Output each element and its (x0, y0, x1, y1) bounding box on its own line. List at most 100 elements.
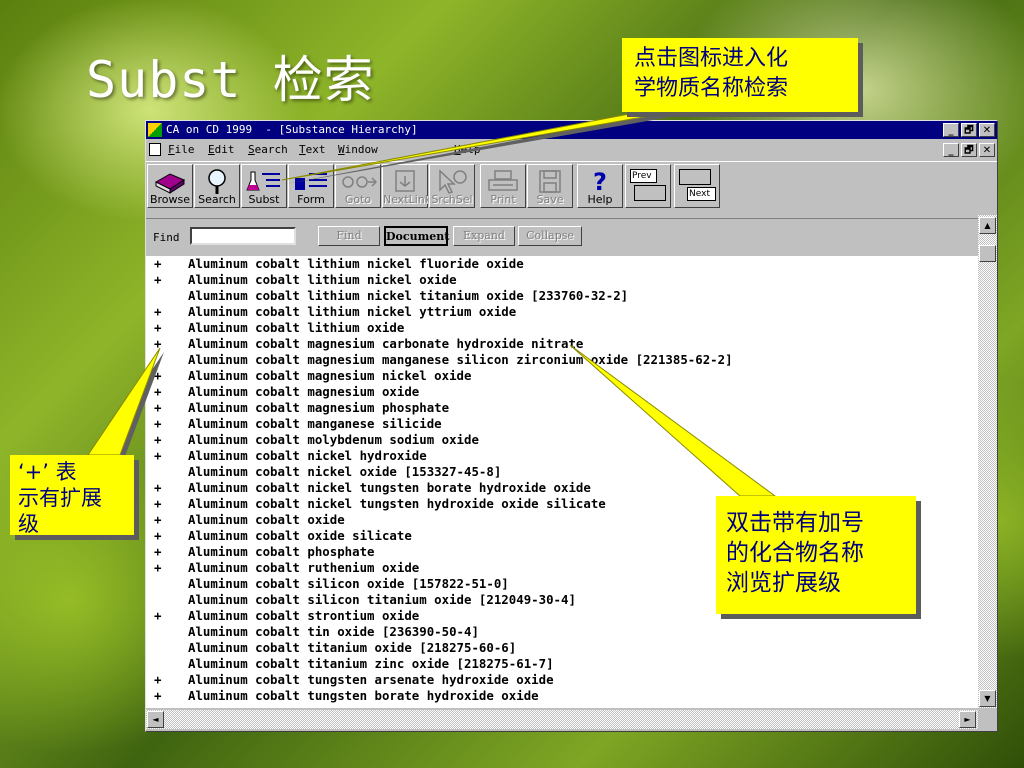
collapse-button[interactable]: Collapse (518, 226, 582, 246)
hierarchy-row[interactable]: + Aluminum cobalt magnesium nickel oxide (146, 368, 978, 384)
hierarchy-row[interactable]: + Aluminum cobalt magnesium phosphate (146, 400, 978, 416)
substance-name[interactable]: Aluminum cobalt magnesium phosphate (188, 400, 449, 416)
substance-name[interactable]: Aluminum cobalt lithium nickel titanium … (188, 288, 628, 304)
substance-name[interactable]: Aluminum cobalt phosphate (188, 544, 375, 560)
substance-name[interactable]: Aluminum cobalt oxide (188, 512, 345, 528)
expand-plus-marker[interactable]: + (154, 688, 161, 704)
expand-plus-marker[interactable]: + (154, 528, 161, 544)
hierarchy-row[interactable]: + Aluminum cobalt nickel hydroxide (146, 448, 978, 464)
scroll-right-button[interactable]: ► (959, 711, 976, 728)
scroll-left-button[interactable]: ◄ (147, 711, 164, 728)
print-button[interactable]: Print (480, 164, 526, 208)
save-button[interactable]: Save (527, 164, 573, 208)
hierarchy-row[interactable]: + Aluminum cobalt manganese silicide (146, 416, 978, 432)
substance-name[interactable]: Aluminum cobalt nickel oxide [153327-45-… (188, 464, 501, 480)
substance-name[interactable]: Aluminum cobalt titanium zinc oxide [218… (188, 656, 554, 672)
next-button[interactable]: Next (674, 164, 720, 208)
substance-name[interactable]: Aluminum cobalt magnesium nickel oxide (188, 368, 471, 384)
hierarchy-row[interactable]: Aluminum cobalt tin oxide [236390-50-4] (146, 624, 978, 640)
hierarchy-row[interactable]: Aluminum cobalt lithium nickel titanium … (146, 288, 978, 304)
substance-name[interactable]: Aluminum cobalt magnesium manganese sili… (188, 352, 733, 368)
find-input[interactable] (190, 227, 296, 245)
substance-name[interactable]: Aluminum cobalt magnesium oxide (188, 384, 419, 400)
substance-name[interactable]: Aluminum cobalt nickel hydroxide (188, 448, 427, 464)
expand-plus-marker[interactable]: + (154, 256, 161, 272)
substance-name[interactable]: Aluminum cobalt manganese silicide (188, 416, 442, 432)
expand-plus-marker[interactable]: + (154, 672, 161, 688)
hierarchy-row[interactable]: + Aluminum cobalt lithium nickel yttrium … (146, 304, 978, 320)
substance-name[interactable]: Aluminum cobalt tin oxide [236390-50-4] (188, 624, 479, 640)
expand-plus-marker[interactable]: + (154, 272, 161, 288)
expand-plus-marker[interactable]: + (154, 384, 161, 400)
expand-plus-marker[interactable]: + (154, 432, 161, 448)
menu-file[interactable]: File (168, 140, 195, 160)
doc-minimize-button[interactable]: _ (943, 143, 959, 157)
substance-name[interactable]: Aluminum cobalt oxide silicate (188, 528, 412, 544)
document-button[interactable]: Document (384, 226, 449, 246)
scroll-up-button[interactable]: ▲ (979, 217, 996, 234)
hierarchy-row[interactable]: + Aluminum cobalt magnesium oxide (146, 384, 978, 400)
vertical-scrollbar[interactable]: ▲ ▼ (978, 215, 997, 708)
expand-plus-marker[interactable]: + (154, 512, 161, 528)
expand-plus-marker[interactable]: + (154, 400, 161, 416)
hierarchy-row[interactable]: + Aluminum cobalt lithium nickel fluoride… (146, 256, 978, 272)
scroll-thumb[interactable] (979, 245, 996, 262)
expand-plus-marker[interactable]: + (154, 560, 161, 576)
expand-plus-marker[interactable]: + (154, 416, 161, 432)
expand-plus-marker[interactable]: + (154, 496, 161, 512)
expand-plus-marker[interactable]: + (154, 368, 161, 384)
menu-help[interactable]: Help (454, 140, 481, 160)
scroll-down-button[interactable]: ▼ (979, 690, 996, 707)
substance-name[interactable]: Aluminum cobalt molybdenum sodium oxide (188, 432, 479, 448)
form-button[interactable]: Form (288, 164, 334, 208)
substance-name[interactable]: Aluminum cobalt lithium nickel oxide (188, 272, 457, 288)
srchsel-button[interactable]: SrchSel (429, 164, 475, 208)
menu-text[interactable]: Text (299, 140, 326, 160)
substance-name[interactable]: Aluminum cobalt titanium oxide [218275-6… (188, 640, 516, 656)
expand-plus-marker[interactable]: + (154, 320, 161, 336)
substance-name[interactable]: Aluminum cobalt nickel tungsten hydroxid… (188, 496, 606, 512)
find-button[interactable]: Find (318, 226, 380, 246)
substance-name[interactable]: Aluminum cobalt lithium nickel fluoride … (188, 256, 524, 272)
hierarchy-row[interactable]: + Aluminum cobalt molybdenum sodium oxide (146, 432, 978, 448)
search-button[interactable]: Search (194, 164, 240, 208)
substance-hierarchy-list[interactable]: + Aluminum cobalt lithium nickel fluoride… (146, 256, 978, 708)
hierarchy-row[interactable]: Aluminum cobalt magnesium manganese sili… (146, 352, 978, 368)
hierarchy-row[interactable]: + Aluminum cobalt tungsten borate hydroxi… (146, 688, 978, 704)
substance-name[interactable]: Aluminum cobalt lithium oxide (188, 320, 404, 336)
menu-edit[interactable]: Edit (208, 140, 235, 160)
expand-button[interactable]: Expand (453, 226, 515, 246)
substance-name[interactable]: Aluminum cobalt magnesium carbonate hydr… (188, 336, 583, 352)
menu-search[interactable]: Search (248, 140, 288, 160)
hierarchy-row[interactable]: + Aluminum cobalt magnesium carbonate hyd… (146, 336, 978, 352)
expand-plus-marker[interactable]: + (154, 336, 161, 352)
hierarchy-row[interactable]: Aluminum cobalt titanium zinc oxide [218… (146, 656, 978, 672)
expand-plus-marker[interactable]: + (154, 304, 161, 320)
help-button[interactable]: ? Help (577, 164, 623, 208)
doc-close-button[interactable]: ✕ (979, 143, 995, 157)
substance-name[interactable]: Aluminum cobalt ruthenium oxide (188, 560, 419, 576)
hierarchy-row[interactable]: + Aluminum cobalt nickel tungsten borate … (146, 480, 978, 496)
hierarchy-row[interactable]: Aluminum cobalt titanium oxide [218275-6… (146, 640, 978, 656)
substance-name[interactable]: Aluminum cobalt nickel tungsten borate h… (188, 480, 591, 496)
close-button[interactable]: ✕ (979, 123, 995, 137)
subst-button[interactable]: Subst (241, 164, 287, 208)
title-bar[interactable]: CA on CD 1999 - [Substance Hierarchy] _ … (146, 121, 997, 139)
doc-restore-button[interactable]: 🗗 (961, 143, 977, 157)
document-icon[interactable] (149, 143, 161, 156)
goto-button[interactable]: Goto (335, 164, 381, 208)
hierarchy-row[interactable]: + Aluminum cobalt lithium nickel oxide (146, 272, 978, 288)
hierarchy-row[interactable]: + Aluminum cobalt tungsten arsenate hydro… (146, 672, 978, 688)
expand-plus-marker[interactable]: + (154, 544, 161, 560)
menu-window[interactable]: Window (338, 140, 378, 160)
minimize-button[interactable]: _ (943, 123, 959, 137)
expand-plus-marker[interactable]: + (154, 608, 161, 624)
substance-name[interactable]: Aluminum cobalt silicon oxide [157822-51… (188, 576, 509, 592)
hierarchy-row[interactable]: Aluminum cobalt nickel oxide [153327-45-… (146, 464, 978, 480)
prev-button[interactable]: Prev (625, 164, 671, 208)
expand-plus-marker[interactable]: + (154, 448, 161, 464)
substance-name[interactable]: Aluminum cobalt strontium oxide (188, 608, 419, 624)
browse-button[interactable]: Browse (147, 164, 193, 208)
horizontal-scrollbar[interactable]: ◄ ► (146, 710, 978, 729)
hierarchy-row[interactable]: + Aluminum cobalt lithium oxide (146, 320, 978, 336)
